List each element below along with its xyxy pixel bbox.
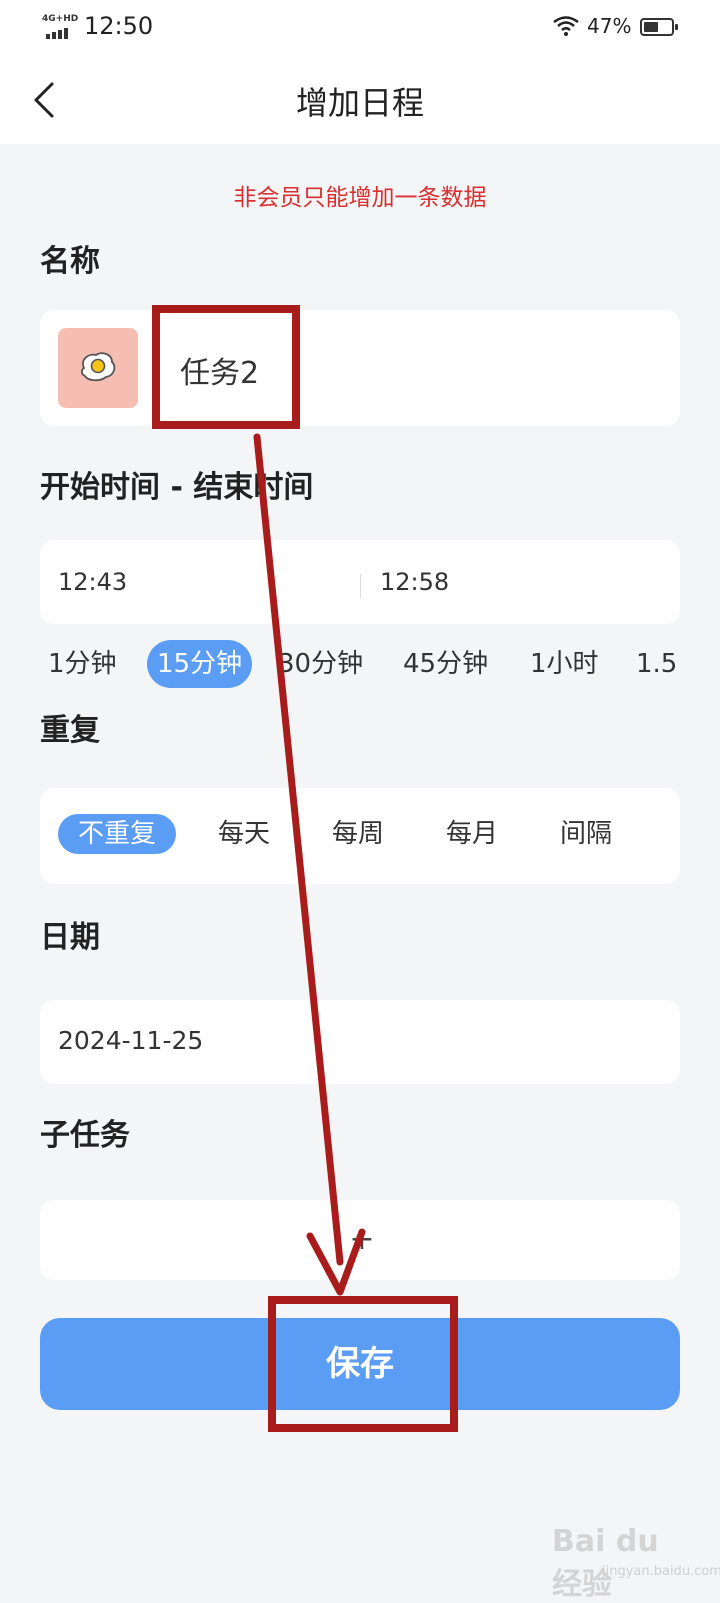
name-highlight-box <box>152 305 300 429</box>
page-title: 增加日程 <box>295 84 424 122</box>
battery-percent: 47% <box>587 14 632 38</box>
end-time-field[interactable]: 12:58 <box>380 568 449 596</box>
duration-chip[interactable]: 1.5 <box>626 640 682 688</box>
repeat-label: 重复 <box>40 713 100 748</box>
duration-chip[interactable]: 1小时 <box>520 640 609 688</box>
date-field[interactable]: 2024-11-25 <box>58 1026 203 1055</box>
battery-icon <box>640 18 678 36</box>
repeat-option[interactable]: 每周 <box>312 814 404 854</box>
date-card: 2024-11-25 <box>40 1000 680 1084</box>
watermark-url: jingyan.baidu.com <box>602 1564 720 1579</box>
duration-chip-selected[interactable]: 15分钟 <box>147 640 253 688</box>
date-label: 日期 <box>40 920 100 955</box>
time-divider <box>360 574 361 598</box>
signal-icon: 4G+HD <box>42 14 78 40</box>
repeat-option[interactable]: 每天 <box>198 814 290 854</box>
duration-chip[interactable]: 45分钟 <box>393 640 498 688</box>
start-time-field[interactable]: 12:43 <box>58 568 127 596</box>
repeat-option-selected[interactable]: 不重复 <box>58 814 177 854</box>
subtask-card: + <box>40 1200 680 1280</box>
baidu-jingyan-watermark: Bai du 经验 jingyan.baidu.com <box>552 1520 720 1602</box>
wifi-icon <box>553 16 579 36</box>
repeat-option[interactable]: 每月 <box>426 814 518 854</box>
repeat-option[interactable]: 间隔 <box>540 814 632 854</box>
network-type: 4G+HD <box>42 14 79 24</box>
repeat-card: 不重复 每天 每周 每月 间隔 <box>40 788 680 884</box>
member-notice: 非会员只能增加一条数据 <box>233 185 487 211</box>
save-highlight-box <box>268 1296 458 1432</box>
status-time: 12:50 <box>84 12 154 40</box>
duration-chips: 1分钟 15分钟 30分钟 45分钟 1小时 1.5 <box>40 640 682 690</box>
time-card: 12:43 12:58 <box>40 540 680 624</box>
name-card: 任务2 <box>40 310 680 426</box>
subtask-label: 子任务 <box>40 1118 130 1153</box>
task-icon-picker[interactable] <box>58 328 138 408</box>
name-label: 名称 <box>40 244 100 279</box>
status-bar: 4G+HD 12:50 47% <box>0 0 720 56</box>
duration-chip[interactable]: 30分钟 <box>268 640 373 688</box>
duration-chip[interactable]: 1分钟 <box>40 640 127 688</box>
fried-egg-icon <box>80 352 116 382</box>
time-range-label: 开始时间 - 结束时间 <box>40 470 314 505</box>
header: 增加日程 <box>0 56 720 144</box>
add-subtask-button[interactable]: + <box>340 1218 384 1262</box>
